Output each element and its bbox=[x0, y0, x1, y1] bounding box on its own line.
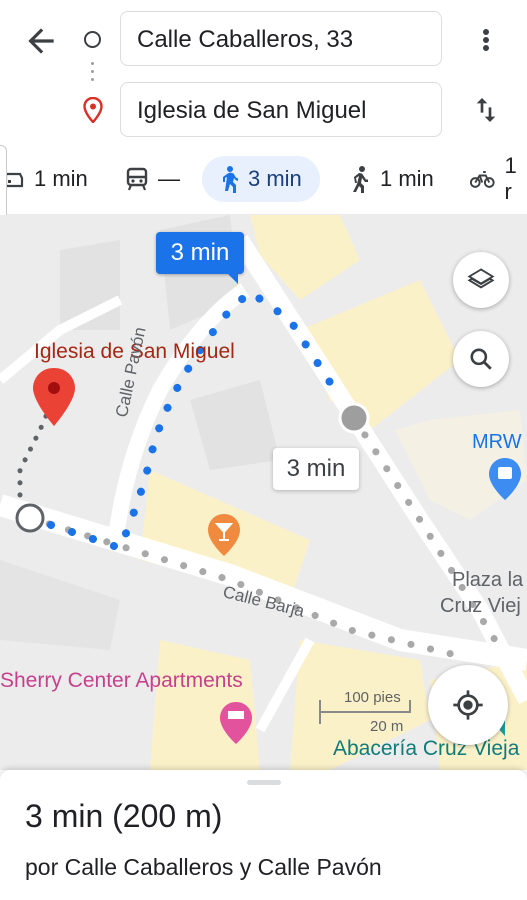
swap-directions-icon[interactable] bbox=[470, 94, 502, 126]
connector-dots bbox=[91, 62, 94, 86]
bike-icon bbox=[470, 171, 495, 188]
tab-drive-label: 1 min bbox=[34, 166, 88, 191]
route-summary: 3 min (200 m) bbox=[25, 798, 223, 834]
search-icon bbox=[470, 348, 492, 370]
destination-pin-icon bbox=[83, 97, 103, 123]
destination-input[interactable]: Iglesia de San Miguel bbox=[120, 82, 442, 137]
more-options-icon[interactable] bbox=[474, 24, 498, 56]
origin-input[interactable]: Calle Caballeros, 33 bbox=[120, 11, 442, 66]
route-time-chip-selected[interactable]: 3 min bbox=[156, 232, 244, 284]
route-via: por Calle Caballeros y Calle Pavón bbox=[25, 854, 382, 880]
search-map-button[interactable] bbox=[453, 331, 509, 387]
tab-walk[interactable]: 3 min bbox=[202, 156, 320, 202]
drag-handle[interactable] bbox=[247, 780, 281, 785]
poi-label-abaceria[interactable]: Abacería Cruz Vieja bbox=[333, 737, 519, 761]
travel-mode-tabs: 1 min — 3 min 1 min 1 r bbox=[0, 150, 527, 215]
layers-button[interactable] bbox=[453, 252, 509, 308]
transit-icon bbox=[126, 167, 148, 191]
tab-drive[interactable]: 1 min bbox=[6, 156, 88, 202]
walk-icon bbox=[223, 166, 238, 193]
route-summary-sheet[interactable]: 3 min (200 m) por Calle Caballeros y Cal… bbox=[0, 770, 527, 900]
layers-icon bbox=[467, 268, 495, 289]
scale-label-meters: 20 m bbox=[370, 718, 404, 735]
back-arrow-icon[interactable] bbox=[22, 22, 60, 60]
ride-icon bbox=[353, 166, 368, 193]
origin-circle-icon bbox=[84, 31, 101, 48]
tab-transit[interactable]: — bbox=[126, 156, 180, 202]
route-time-chip-alternate[interactable]: 3 min bbox=[273, 448, 359, 490]
tab-ride-label: 1 min bbox=[380, 166, 434, 191]
tab-transit-label: — bbox=[158, 166, 180, 191]
poi-label-plaza-2: Cruz Viej bbox=[440, 595, 521, 617]
tab-bike-label: 1 r bbox=[504, 153, 517, 204]
my-location-button[interactable] bbox=[428, 665, 508, 745]
tab-walk-label: 3 min bbox=[248, 166, 302, 191]
poi-label-plaza-1: Plaza la bbox=[452, 569, 524, 591]
car-icon bbox=[6, 172, 24, 188]
scale-label-feet: 100 pies bbox=[344, 689, 401, 706]
map-view[interactable]: Iglesia de San Miguel Calle Pavón Calle … bbox=[0, 215, 527, 770]
tab-bike[interactable]: 1 r bbox=[470, 153, 527, 204]
poi-label-mrw[interactable]: MRW bbox=[472, 431, 522, 454]
crosshair-location-icon bbox=[453, 690, 483, 720]
directions-header: Calle Caballeros, 33 Iglesia de San Migu… bbox=[0, 0, 527, 145]
tab-ride[interactable]: 1 min bbox=[348, 156, 434, 202]
poi-label-sherry[interactable]: Sherry Center Apartments bbox=[0, 669, 243, 693]
